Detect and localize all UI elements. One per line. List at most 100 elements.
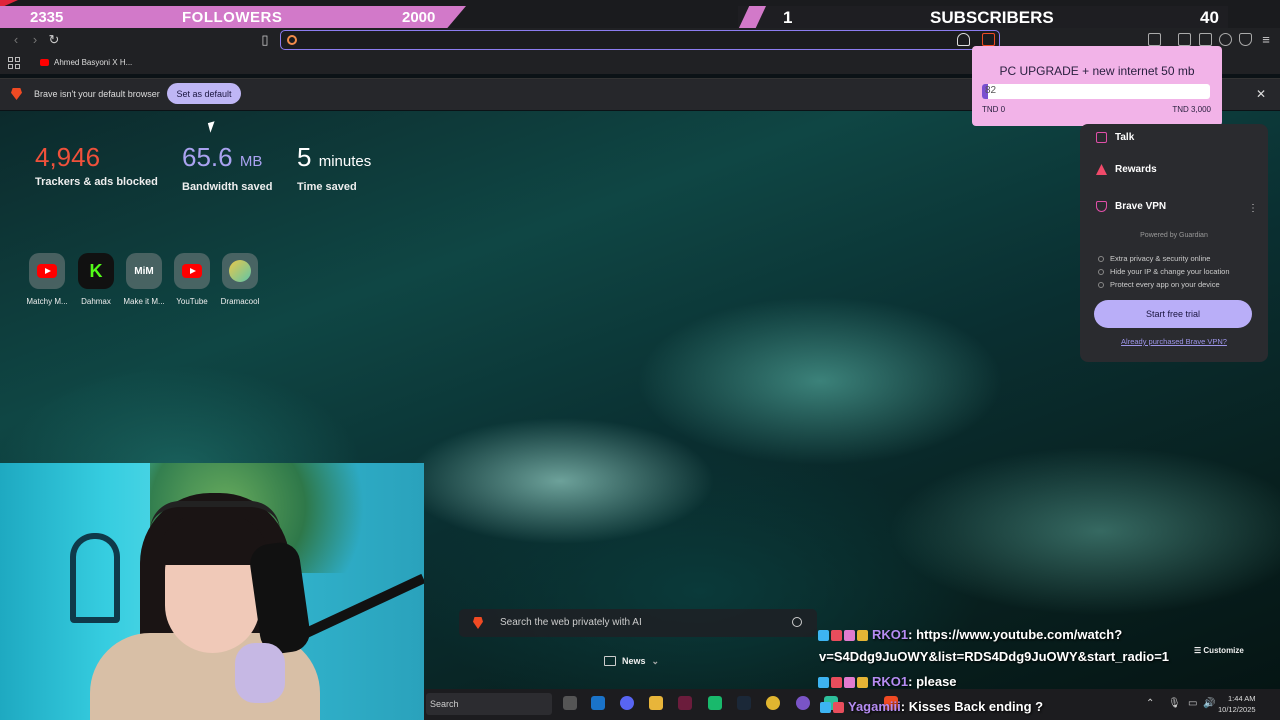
network-icon[interactable]: ▭: [1188, 698, 1197, 709]
customize-label: Customize: [1203, 646, 1244, 655]
outlook-icon[interactable]: [591, 696, 605, 710]
dramacool-icon: [229, 260, 251, 282]
taskbar-search[interactable]: Search: [426, 693, 552, 715]
brave-shields-icon[interactable]: [957, 33, 970, 46]
chat-username: RKO1: [872, 674, 909, 689]
brave-logo-icon: [473, 617, 483, 629]
app-icon[interactable]: [678, 696, 692, 710]
chat-username: Yagamiii: [848, 699, 901, 714]
chat-message: RKO1: please: [818, 674, 957, 689]
bandwidth-unit: MB: [239, 153, 263, 170]
vpn-item[interactable]: Brave VPN: [1096, 201, 1166, 212]
chevron-up-icon[interactable]: ⌃: [1146, 698, 1154, 709]
back-icon[interactable]: ‹: [9, 33, 23, 47]
chat-message: RKO1: https://www.youtube.com/watch?: [818, 627, 1122, 642]
forward-icon[interactable]: ›: [28, 33, 42, 47]
subscribers-goal-overlay: 1 SUBSCRIBERS 40: [738, 6, 1228, 30]
file-explorer-icon[interactable]: [649, 696, 663, 710]
check-icon: [1098, 268, 1104, 275]
chat-badges: [818, 677, 868, 689]
steam-icon[interactable]: [737, 696, 751, 710]
trackers-label: Trackers & ads blocked: [35, 176, 158, 188]
chat-username: RKO1: [872, 627, 909, 642]
volume-icon[interactable]: 🔊: [1203, 698, 1215, 709]
vpn-feature: Protect every app on your device: [1098, 280, 1220, 289]
app-icon[interactable]: [796, 696, 810, 710]
top-site-name: Make it M...: [123, 297, 165, 306]
top-site[interactable]: YouTube: [170, 253, 214, 306]
goal-min: TND 0: [982, 105, 1006, 114]
talk-item[interactable]: Talk: [1096, 132, 1134, 143]
mic-arm: [294, 573, 424, 643]
reader-icon[interactable]: [1148, 33, 1161, 46]
top-site-name: Matchy M...: [26, 297, 68, 306]
vpn-shield-icon[interactable]: [1239, 33, 1252, 46]
time-value: 5: [297, 142, 312, 172]
youtube-icon: [37, 264, 57, 278]
chat-message-continued: v=S4Ddg9JuOWY&list=RDS4Ddg9JuOWY&start_r…: [819, 649, 1170, 664]
more-options-icon[interactable]: ⋮: [1248, 203, 1258, 214]
donation-goal-overlay: PC UPGRADE + new internet 50 mb 82 TND 0…: [972, 46, 1222, 126]
bookmark-label: Ahmed Basyoni X H...: [54, 58, 133, 67]
chat-badges: [820, 702, 844, 714]
microphone-icon[interactable]: 🎙: [1168, 698, 1181, 709]
youtube-icon: [182, 264, 202, 278]
news-icon: [604, 656, 616, 666]
top-site[interactable]: K Dahmax: [74, 253, 118, 306]
set-default-button[interactable]: Set as default: [167, 83, 241, 104]
search-icon[interactable]: [792, 617, 802, 627]
vpn-feature: Extra privacy & security online: [1098, 254, 1210, 263]
time-label: Time saved: [297, 181, 357, 193]
chat-message: Yagamiii: Kisses Back ending ?: [820, 699, 1043, 714]
bookmark-icon[interactable]: ▯: [258, 33, 272, 47]
top-site-name: YouTube: [176, 297, 208, 306]
task-view-icon[interactable]: [563, 696, 577, 710]
discord-icon[interactable]: [620, 696, 634, 710]
mim-icon: MiM: [134, 265, 154, 277]
system-clock[interactable]: 1:44 AM 10/12/2025: [1218, 693, 1256, 715]
wallet-icon[interactable]: [1199, 33, 1212, 46]
subs-label: SUBSCRIBERS: [930, 8, 1054, 27]
infobar-message: Brave isn't your default browser: [34, 89, 160, 99]
rewards-label: Rewards: [1115, 164, 1157, 175]
goal-progress-bar: 82: [982, 84, 1210, 99]
top-site[interactable]: MiM Make it M...: [122, 253, 166, 306]
close-icon[interactable]: ✕: [1256, 87, 1266, 101]
top-site-name: Dramacool: [220, 297, 260, 306]
brave-rewards-icon[interactable]: [982, 33, 995, 46]
news-label: News: [622, 656, 646, 666]
chrome-icon[interactable]: [766, 696, 780, 710]
kick-icon: K: [89, 260, 103, 281]
apps-grid-icon[interactable]: [8, 57, 20, 69]
top-site[interactable]: Dramacool: [218, 253, 262, 306]
top-site-name: Dahmax: [81, 297, 111, 306]
goal-title: PC UPGRADE + new internet 50 mb: [999, 64, 1195, 78]
customize-button[interactable]: ☰ Customize: [1194, 646, 1244, 655]
clock-date: 10/12/2025: [1218, 705, 1256, 714]
rewards-item[interactable]: Rewards: [1096, 164, 1157, 175]
sidebar-icon[interactable]: [1178, 33, 1191, 46]
address-bar[interactable]: [280, 30, 1000, 50]
time-stat: 5 minutes Time saved: [297, 142, 371, 193]
top-site[interactable]: Matchy M...: [25, 253, 69, 306]
youtube-icon: [40, 59, 49, 66]
time-unit: minutes: [318, 153, 372, 170]
followers-goal: 2000: [402, 8, 436, 26]
menu-icon[interactable]: ≡: [1259, 33, 1273, 47]
search-box[interactable]: Search the web privately with AI: [459, 609, 817, 637]
bookmark-item[interactable]: Ahmed Basyoni X H...: [40, 58, 132, 67]
leo-ai-icon[interactable]: [1219, 33, 1232, 46]
video-camera-icon: [1096, 132, 1107, 143]
start-free-trial-button[interactable]: Start free trial: [1094, 300, 1252, 328]
app-icon[interactable]: [708, 696, 722, 710]
followers-goal-overlay: 2335 FOLLOWERS 2000: [0, 6, 466, 28]
feature-text: Protect every app on your device: [1110, 280, 1220, 289]
reload-icon[interactable]: ↻: [47, 33, 61, 47]
vpn-feature: Hide your IP & change your location: [1098, 267, 1230, 276]
chat-badges: [818, 630, 868, 642]
already-purchased-link[interactable]: Already purchased Brave VPN?: [1080, 337, 1268, 346]
chat-text: : https://www.youtube.com/watch?: [908, 627, 1123, 642]
plush-toy: [235, 643, 285, 703]
news-button[interactable]: News ⌄: [604, 650, 670, 672]
bandwidth-stat: 65.6 MB Bandwidth saved: [182, 142, 272, 193]
